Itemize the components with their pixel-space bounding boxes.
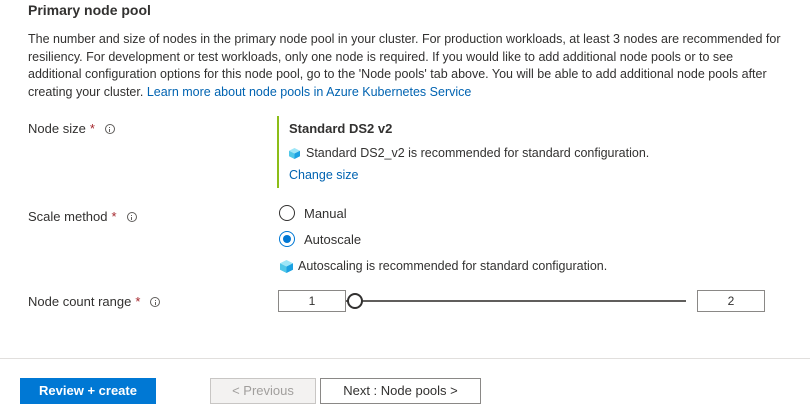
required-mark: * <box>89 121 95 136</box>
section-description: The number and size of nodes in the prim… <box>28 31 788 101</box>
change-size-link[interactable]: Change size <box>289 168 359 182</box>
node-size-value: Standard DS2 v2 <box>289 121 393 136</box>
scale-method-label-row: Scale method * <box>28 209 137 224</box>
slider-track[interactable] <box>356 300 686 302</box>
radio-manual-label: Manual <box>304 205 347 221</box>
node-size-label-row: Node size * <box>28 121 115 136</box>
cube-icon <box>289 147 300 159</box>
review-create-button[interactable]: Review + create <box>20 378 156 404</box>
cube-icon <box>280 259 293 273</box>
node-size-label: Node size <box>28 121 86 136</box>
slider-thumb[interactable] <box>347 293 363 309</box>
next-node-pools-button[interactable]: Next : Node pools > <box>320 378 481 404</box>
info-icon[interactable] <box>150 296 161 307</box>
node-size-card: Standard DS2 v2 Standard DS2_v2 is recom… <box>277 116 679 188</box>
autoscale-recommendation-text: Autoscaling is recommended for standard … <box>298 259 608 273</box>
radio-circle-selected[interactable] <box>279 231 295 247</box>
node-size-recommendation-text: Standard DS2_v2 is recommended for stand… <box>306 146 650 160</box>
radio-autoscale[interactable]: Autoscale <box>279 231 361 247</box>
node-count-label: Node count range <box>28 294 132 309</box>
node-count-label-row: Node count range * <box>28 294 161 309</box>
previous-button[interactable]: < Previous <box>210 378 316 404</box>
learn-more-link[interactable]: Learn more about node pools in Azure Kub… <box>147 85 472 99</box>
radio-manual[interactable]: Manual <box>279 205 347 221</box>
info-icon[interactable] <box>126 211 137 222</box>
footer-divider <box>0 358 810 359</box>
node-count-min-input[interactable]: 1 <box>278 290 346 312</box>
node-size-recommendation: Standard DS2_v2 is recommended for stand… <box>289 146 649 160</box>
autoscale-recommendation: Autoscaling is recommended for standard … <box>280 259 607 273</box>
required-mark: * <box>111 209 117 224</box>
scale-method-label: Scale method <box>28 209 108 224</box>
section-title: Primary node pool <box>28 2 151 18</box>
info-icon[interactable] <box>104 123 115 134</box>
radio-circle[interactable] <box>279 205 295 221</box>
radio-autoscale-label: Autoscale <box>304 231 362 247</box>
node-count-max-input[interactable]: 2 <box>697 290 765 312</box>
required-mark: * <box>135 294 141 309</box>
